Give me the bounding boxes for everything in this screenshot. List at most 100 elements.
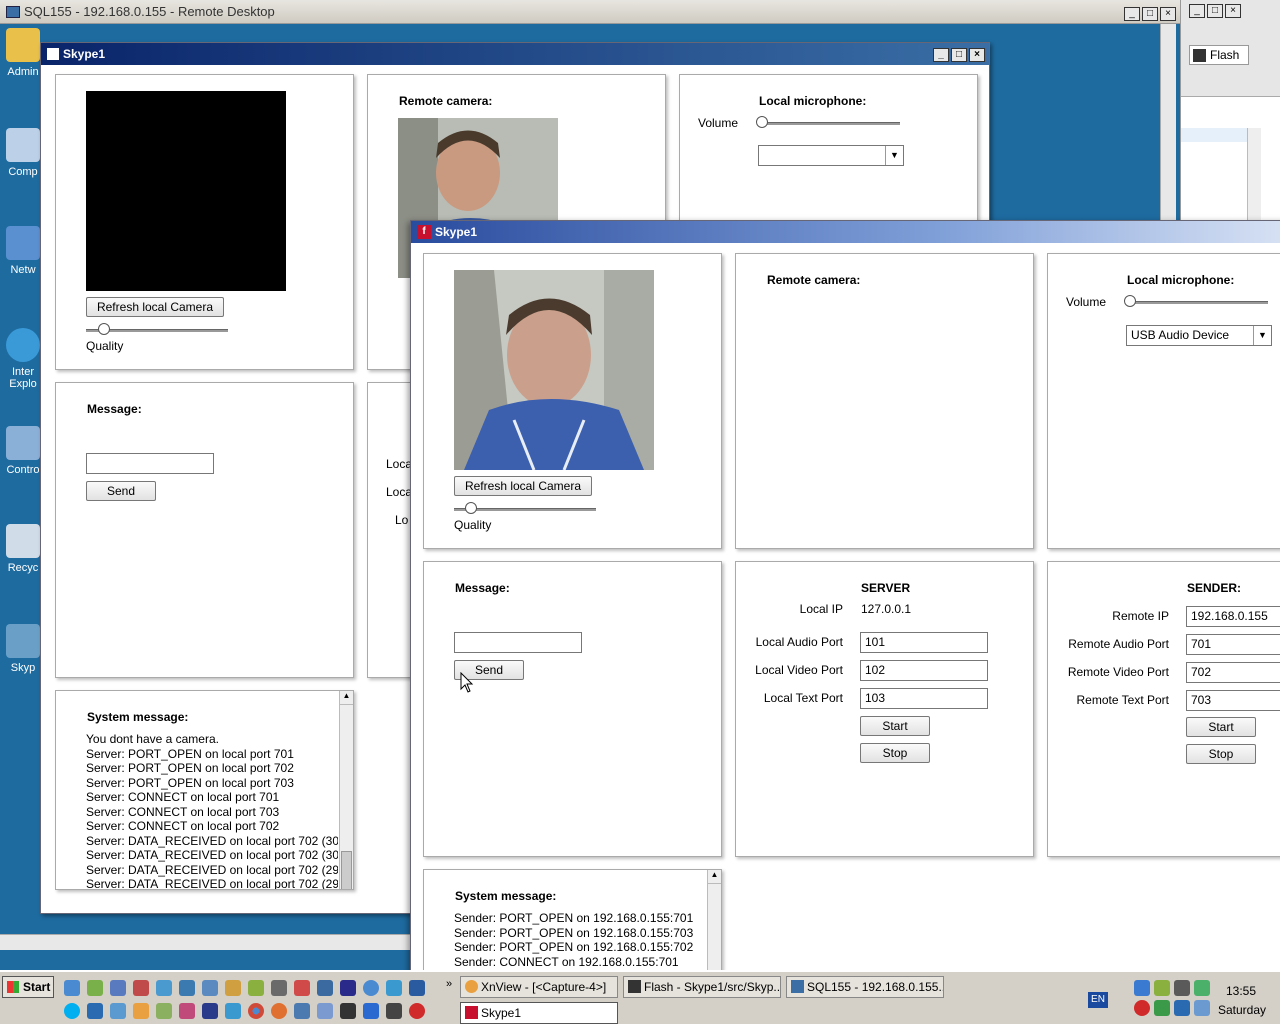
- flash-panel-scrollbar[interactable]: [1247, 128, 1261, 220]
- chevron-down-icon[interactable]: ▼: [1253, 326, 1271, 345]
- quick-launch-icon[interactable]: [202, 980, 218, 996]
- taskbar-item-xnview[interactable]: XnView - [<Capture-4>]: [460, 976, 618, 998]
- server-heading: SERVER: [861, 581, 911, 595]
- quick-launch-icon[interactable]: [271, 980, 287, 996]
- message-input[interactable]: [86, 453, 214, 474]
- clock[interactable]: 13:55: [1226, 984, 1256, 998]
- quick-launch-icon[interactable]: [156, 1003, 172, 1019]
- close-icon[interactable]: ×: [1160, 7, 1176, 21]
- local-audio-port-input[interactable]: 101: [860, 632, 988, 653]
- start-button[interactable]: Start: [2, 976, 54, 998]
- quick-launch-icon[interactable]: [110, 1003, 126, 1019]
- local-video-port-input[interactable]: 102: [860, 660, 988, 681]
- local-text-port-input[interactable]: 103: [860, 688, 988, 709]
- microphone-select[interactable]: ▼: [758, 145, 904, 166]
- skype-front-titlebar[interactable]: f Skype1: [411, 221, 1280, 243]
- log-scrollbar[interactable]: ▲: [339, 691, 353, 889]
- volume-slider-track[interactable]: [760, 122, 900, 125]
- firefox-icon[interactable]: [271, 1003, 287, 1019]
- sender-stop-button[interactable]: Stop: [1186, 744, 1256, 764]
- computer-icon: [6, 128, 40, 162]
- maximize-icon[interactable]: □: [951, 48, 967, 62]
- remote-desktop-titlebar[interactable]: SQL155 - 192.168.0.155 - Remote Desktop …: [0, 0, 1180, 24]
- quick-launch-icon[interactable]: [133, 980, 149, 996]
- quick-launch-icon[interactable]: [317, 980, 333, 996]
- scroll-up-icon[interactable]: ▲: [708, 870, 721, 884]
- scroll-thumb[interactable]: [341, 851, 352, 889]
- quick-launch-icon[interactable]: [87, 1003, 103, 1019]
- log-scrollbar[interactable]: ▲: [707, 870, 721, 979]
- tray-icon[interactable]: [1194, 1000, 1210, 1016]
- minimize-icon[interactable]: _: [1124, 7, 1140, 21]
- tray-icon[interactable]: [1154, 1000, 1170, 1016]
- skype-tray-icon[interactable]: [64, 1003, 80, 1019]
- remote-video-port-input[interactable]: 702: [1186, 662, 1280, 683]
- scroll-up-icon[interactable]: ▲: [340, 691, 353, 705]
- minimize-icon[interactable]: _: [933, 48, 949, 62]
- maximize-icon[interactable]: □: [1207, 4, 1223, 18]
- chrome-icon[interactable]: [248, 1003, 264, 1019]
- tray-icon[interactable]: [1134, 1000, 1150, 1016]
- quick-launch-icon[interactable]: [87, 980, 103, 996]
- server-panel: SERVER Local IP 127.0.0.1 Local Audio Po…: [735, 561, 1034, 857]
- quick-launch-icon[interactable]: [363, 980, 379, 996]
- message-input[interactable]: [454, 632, 582, 653]
- send-button[interactable]: Send: [86, 481, 156, 501]
- remote-ip-input[interactable]: 192.168.0.155: [1186, 606, 1280, 627]
- taskbar-item-flash[interactable]: Flash - Skype1/src/Skyp...: [623, 976, 781, 998]
- quick-launch-icon[interactable]: [133, 1003, 149, 1019]
- volume-slider-thumb[interactable]: [1124, 295, 1136, 307]
- quick-launch-icon[interactable]: [64, 980, 80, 996]
- tray-icon[interactable]: [1154, 980, 1170, 996]
- taskbar-item-remote-desktop[interactable]: SQL155 - 192.168.0.155...: [786, 976, 944, 998]
- quick-launch-icon[interactable]: [225, 980, 241, 996]
- close-icon[interactable]: ×: [1225, 4, 1241, 18]
- flash-icon[interactable]: [340, 1003, 356, 1019]
- server-stop-button[interactable]: Stop: [860, 743, 930, 763]
- minimize-icon[interactable]: _: [1189, 4, 1205, 18]
- refresh-camera-button[interactable]: Refresh local Camera: [86, 297, 224, 317]
- quick-launch-icon[interactable]: [156, 980, 172, 996]
- volume-slider-track[interactable]: [1128, 301, 1268, 304]
- partial-label: Lo: [395, 513, 409, 527]
- skype-back-titlebar[interactable]: Skype1 _ □ ×: [41, 43, 989, 65]
- quick-launch-icon[interactable]: [179, 1003, 195, 1019]
- server-start-button[interactable]: Start: [860, 716, 930, 736]
- sender-start-button[interactable]: Start: [1186, 717, 1256, 737]
- local-camera-panel: Refresh local Camera Quality: [55, 74, 354, 370]
- quick-launch-icon[interactable]: [202, 1003, 218, 1019]
- quick-launch-icon[interactable]: [386, 980, 402, 996]
- microphone-select[interactable]: USB Audio Device ▼: [1126, 325, 1272, 346]
- remote-text-port-input[interactable]: 703: [1186, 690, 1280, 711]
- taskbar-item-skype[interactable]: Skype1: [460, 1002, 618, 1024]
- quick-launch-icon[interactable]: [317, 1003, 333, 1019]
- tray-icon[interactable]: [1134, 980, 1150, 996]
- quick-launch-icon[interactable]: [179, 980, 195, 996]
- tray-icon[interactable]: [1174, 1000, 1190, 1016]
- remote-audio-port-input[interactable]: 701: [1186, 634, 1280, 655]
- tray-icon[interactable]: [1194, 980, 1210, 996]
- language-indicator[interactable]: EN: [1088, 992, 1108, 1008]
- quick-launch-icon[interactable]: [340, 980, 356, 996]
- tray-icon[interactable]: [1174, 980, 1190, 996]
- close-icon[interactable]: ×: [969, 48, 985, 62]
- info-icon[interactable]: [363, 1003, 379, 1019]
- volume-slider-thumb[interactable]: [756, 116, 768, 128]
- quality-slider-thumb[interactable]: [98, 323, 110, 335]
- log-line: Server: DATA_RECEIVED on local port 702 …: [86, 848, 338, 862]
- mouse-cursor-icon: [460, 672, 474, 693]
- refresh-camera-button[interactable]: Refresh local Camera: [454, 476, 592, 496]
- quick-launch-icon[interactable]: [110, 980, 126, 996]
- quick-launch-icon[interactable]: [294, 1003, 310, 1019]
- quick-launch-icon[interactable]: [386, 1003, 402, 1019]
- quick-launch-icon[interactable]: [294, 980, 310, 996]
- quick-launch-icon[interactable]: [409, 980, 425, 996]
- quick-launch-icon[interactable]: [248, 980, 264, 996]
- flash-tab[interactable]: Flash: [1189, 45, 1249, 65]
- close-icon[interactable]: [409, 1003, 425, 1019]
- chevron-down-icon[interactable]: ▼: [885, 146, 903, 165]
- maximize-icon[interactable]: □: [1142, 7, 1158, 21]
- quick-launch-icon[interactable]: [225, 1003, 241, 1019]
- quality-slider-thumb[interactable]: [465, 502, 478, 514]
- chevron-right-icon[interactable]: »: [446, 978, 452, 990]
